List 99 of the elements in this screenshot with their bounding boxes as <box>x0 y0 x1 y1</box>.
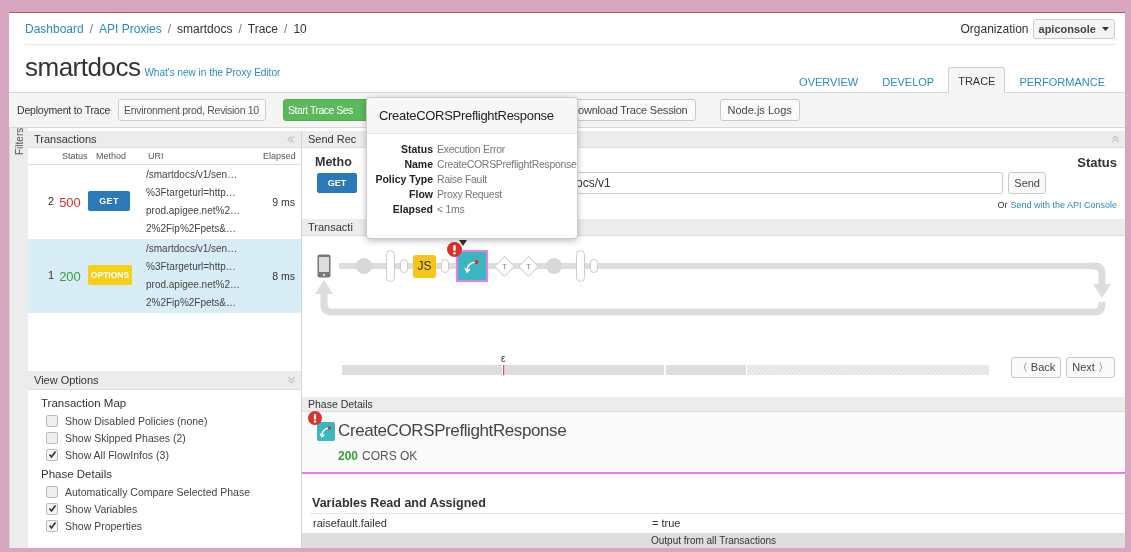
section-title: Variables Read and Assigned <box>311 496 487 510</box>
tooltip-label: Elapsed <box>391 203 433 215</box>
expand-icon[interactable] <box>288 376 295 384</box>
breadcrumb-separator: / <box>89 21 94 36</box>
proxy-title: smartdocs <box>25 52 141 83</box>
response-code: 200 <box>338 449 359 463</box>
breadcrumb-link[interactable]: API Proxies <box>99 21 162 36</box>
elapsed-time: 9 ms <box>272 196 295 208</box>
flow-arrow <box>1090 262 1111 298</box>
panel-title: View Options <box>34 374 99 386</box>
tab[interactable]: TRACE <box>948 67 1006 93</box>
breadcrumb-item: 10 <box>293 21 307 36</box>
back-button[interactable]: 〈 Back <box>1010 357 1062 378</box>
tooltip-value: < 1ms <box>437 203 466 215</box>
organization-label: Organization <box>960 21 1029 36</box>
checkbox-label: Show Disabled Policies (none) <box>65 414 208 427</box>
status-code: 200 <box>59 268 81 284</box>
checkbox[interactable] <box>46 448 58 461</box>
method-badge: GET <box>88 191 130 211</box>
checkbox[interactable] <box>46 414 58 427</box>
method-label: Metho <box>315 155 352 170</box>
transaction-number: 2 <box>48 194 55 209</box>
organization-dropdown[interactable]: apiconsole <box>1032 18 1115 39</box>
column-header: Status <box>61 151 88 161</box>
alternative-prefix: Or <box>997 200 1008 210</box>
api-console-link[interactable]: Send with the API Console <box>1010 200 1117 210</box>
tab[interactable]: OVERVIEW <box>789 68 869 93</box>
section-title: Transaction Map <box>41 397 128 409</box>
table-cell-text: = true <box>652 516 682 529</box>
breadcrumb-separator: / <box>284 21 288 36</box>
uri-text: /smartdocs/v1/sen… %3Ftargeturl=http… prod.apigee.net%2… 2%2Fip%2Fpets&… <box>145 168 241 236</box>
tooltip-label: Policy Type <box>374 173 433 185</box>
breadcrumb-separator: / <box>167 21 172 36</box>
step-pill[interactable] <box>441 259 449 273</box>
filters-tab[interactable]: Filters <box>9 128 28 548</box>
output-bar[interactable]: Output from all Transactions <box>302 533 1125 548</box>
whats-new-link[interactable]: What's new in the Proxy Editor <box>144 67 281 78</box>
status-code: 500 <box>59 194 81 210</box>
method-button[interactable]: GET <box>317 173 357 193</box>
step-pill[interactable] <box>590 259 598 273</box>
checkbox-label: Show Properties <box>65 519 143 532</box>
policy-icon <box>317 421 335 441</box>
tooltip-value: Execution Error <box>437 143 506 155</box>
transaction-row[interactable]: 1 200 OPTIONS /smartdocs/v1/sen… %3Ftargeturl=http… prod.apigee.net%2… 2%2Fip%2Fpets&… 8 ms <box>28 239 301 313</box>
deployment-dropdown[interactable]: Environment prod, Revision 10 <box>118 99 266 121</box>
breadcrumb-item: Trace <box>247 21 279 36</box>
next-button[interactable]: Next 〉 <box>1066 357 1115 378</box>
tooltip-label: Name <box>403 158 433 170</box>
gate-bar[interactable] <box>386 250 395 282</box>
panel-title: Send Rec <box>308 133 357 145</box>
checkbox[interactable] <box>46 502 58 515</box>
tooltip-label: Status <box>399 143 433 155</box>
timeline-label: ε <box>501 353 506 365</box>
transaction-number: 1 <box>48 268 55 283</box>
gate-bar[interactable] <box>576 250 585 282</box>
table-cell-text: raisefault.failed <box>312 516 388 529</box>
checkbox-label: Show All FlowInfos (3) <box>65 448 169 461</box>
section-title: Phase Details <box>41 468 113 480</box>
caret-icon <box>1102 26 1109 31</box>
breadcrumb-separator: / <box>238 21 242 36</box>
column-header: Elapsed <box>262 151 297 161</box>
policy-node[interactable] <box>456 250 488 282</box>
checkbox-label: Automatically Compare Selected Phase <box>65 485 250 498</box>
phone-icon <box>317 254 331 278</box>
tab[interactable]: DEVELOP <box>872 68 945 93</box>
column-header: Method <box>95 151 128 161</box>
response-message: CORS OK <box>362 449 418 463</box>
nodejs-logs-button[interactable]: Node.js Logs <box>719 99 800 121</box>
policy-name: CreateCORSPreflightResponse <box>338 421 567 441</box>
uri-text: /smartdocs/v1/sen… %3Ftargeturl=http… prod.apigee.net%2… 2%2Fip%2Fpets&… <box>145 242 241 310</box>
tab[interactable]: PERFORMANCE <box>1009 68 1115 93</box>
checkbox[interactable] <box>46 431 58 444</box>
tooltip-value: Proxy Request <box>437 188 503 200</box>
collapse-icon[interactable] <box>1112 135 1119 143</box>
elapsed-time: 8 ms <box>272 270 295 282</box>
panel-title: Transactions <box>34 133 97 145</box>
tooltip-value: CreateCORSPreflightResponse <box>437 158 577 170</box>
down-triangle-icon <box>459 240 467 246</box>
method-badge: OPTIONS <box>88 265 132 285</box>
send-button[interactable]: Send <box>1008 172 1046 194</box>
js-policy-node[interactable]: JS <box>413 254 436 278</box>
step-dot[interactable] <box>546 258 562 274</box>
panel-title: Transacti <box>308 221 353 233</box>
status-label: Status <box>1077 155 1117 170</box>
breadcrumb-link[interactable]: Dashboard <box>25 21 84 36</box>
checkbox-label: Show Variables <box>65 502 138 515</box>
checkbox-label: Show Skipped Phases (2) <box>65 431 186 444</box>
checkbox[interactable] <box>46 485 58 498</box>
checkbox[interactable] <box>46 519 58 532</box>
step-dot[interactable] <box>356 258 372 274</box>
tooltip-title: CreateCORSPreflightResponse <box>367 98 577 134</box>
tooltip-value: Raise Fault <box>437 173 488 185</box>
column-header: URI <box>147 151 165 161</box>
deployment-label: Deployment to Trace <box>17 104 112 116</box>
collapse-icon[interactable] <box>287 135 295 143</box>
step-pill[interactable] <box>400 259 408 273</box>
tooltip-label: Flow <box>408 188 433 200</box>
panel-title: Phase Details <box>308 398 373 410</box>
breadcrumb-item: smartdocs <box>177 21 233 36</box>
